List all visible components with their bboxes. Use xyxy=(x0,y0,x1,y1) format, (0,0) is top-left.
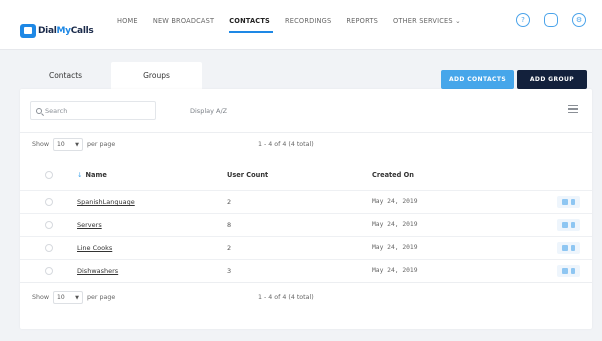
top-navigation-bar: DialMyCalls HOME NEW BROADCAST CONTACTS … xyxy=(0,0,602,50)
user-count: 2 xyxy=(227,244,232,252)
active-nav-indicator xyxy=(229,31,273,33)
nav-recordings[interactable]: RECORDINGS xyxy=(285,17,331,25)
divider xyxy=(20,282,592,283)
per-page-select[interactable]: 10 ▼ xyxy=(53,291,83,304)
tab-contacts[interactable]: Contacts xyxy=(20,62,111,89)
column-created-on[interactable]: Created On xyxy=(372,171,414,179)
pager-summary: 1 - 4 of 4 (4 total) xyxy=(258,141,314,148)
edit-icon[interactable] xyxy=(562,268,568,274)
sort-icon: ↓ xyxy=(77,171,83,179)
edit-icon[interactable] xyxy=(562,199,568,205)
group-name-link[interactable]: Dishwashers xyxy=(77,267,118,275)
tab-groups[interactable]: Groups xyxy=(111,62,202,89)
row-actions xyxy=(557,196,580,208)
main-nav: HOME NEW BROADCAST CONTACTS RECORDINGS R… xyxy=(117,17,476,25)
row-checkbox[interactable] xyxy=(45,198,53,206)
add-contacts-button[interactable]: ADD CONTACTS xyxy=(441,70,514,89)
chat-icon[interactable] xyxy=(544,13,558,27)
row-actions xyxy=(557,242,580,254)
search-placeholder: Search xyxy=(45,106,68,115)
created-on: May 24, 2019 xyxy=(372,221,418,228)
group-name-link[interactable]: Line Cooks xyxy=(77,244,112,252)
group-name-link[interactable]: Servers xyxy=(77,221,102,229)
filter-icon[interactable] xyxy=(568,105,578,114)
row-checkbox[interactable] xyxy=(45,221,53,229)
pager-top: Show 10 ▼ per page xyxy=(32,138,115,151)
search-icon xyxy=(36,107,42,114)
show-label: Show xyxy=(32,294,49,301)
table-row: SpanishLanguage 2 May 24, 2019 xyxy=(20,190,592,213)
settings-icon[interactable]: ⚙ xyxy=(572,13,586,27)
nav-contacts[interactable]: CONTACTS xyxy=(229,17,270,25)
row-actions xyxy=(557,265,580,277)
table-row: Dishwashers 3 May 24, 2019 xyxy=(20,259,592,282)
user-count: 3 xyxy=(227,267,232,275)
per-page-label: per page xyxy=(87,294,116,301)
logo-text: DialMyCalls xyxy=(38,25,94,36)
logo-icon xyxy=(20,23,36,38)
column-user-count[interactable]: User Count xyxy=(227,171,268,179)
nav-reports[interactable]: REPORTS xyxy=(346,17,378,25)
per-page-select[interactable]: 10 ▼ xyxy=(53,138,83,151)
created-on: May 24, 2019 xyxy=(372,244,418,251)
pager-summary: 1 - 4 of 4 (4 total) xyxy=(258,294,314,301)
trash-icon[interactable] xyxy=(571,222,575,228)
search-input[interactable]: Search xyxy=(30,101,156,120)
created-on: May 24, 2019 xyxy=(372,267,418,274)
pager-bottom: Show 10 ▼ per page xyxy=(32,291,115,304)
row-checkbox[interactable] xyxy=(45,267,53,275)
user-count: 8 xyxy=(227,221,232,229)
trash-icon[interactable] xyxy=(571,268,575,274)
column-name[interactable]: ↓ Name xyxy=(77,171,107,179)
trash-icon[interactable] xyxy=(571,199,575,205)
nav-new-broadcast[interactable]: NEW BROADCAST xyxy=(153,17,214,25)
contacts-groups-tabs: Contacts Groups xyxy=(20,62,202,89)
per-page-label: per page xyxy=(87,141,116,148)
groups-card: Search Display A/Z Show 10 ▼ per page 1 -… xyxy=(20,89,592,329)
help-icon[interactable]: ? xyxy=(516,13,530,27)
row-actions xyxy=(557,219,580,231)
nav-other-services[interactable]: OTHER SERVICES ⌄ xyxy=(393,17,461,25)
top-icons: ? ⚙ xyxy=(516,13,586,27)
edit-icon[interactable] xyxy=(562,245,568,251)
user-count: 2 xyxy=(227,198,232,206)
show-label: Show xyxy=(32,141,49,148)
created-on: May 24, 2019 xyxy=(372,198,418,205)
display-az-toggle[interactable]: Display A/Z xyxy=(190,107,227,115)
table-header: ↓ Name User Count Created On xyxy=(20,166,592,185)
row-checkbox[interactable] xyxy=(45,244,53,252)
table-row: Servers 8 May 24, 2019 xyxy=(20,213,592,236)
dialmycalls-logo[interactable]: DialMyCalls xyxy=(20,22,94,39)
edit-icon[interactable] xyxy=(562,222,568,228)
add-group-button[interactable]: ADD GROUP xyxy=(517,70,587,89)
nav-home[interactable]: HOME xyxy=(117,17,138,25)
chevron-down-icon: ▼ xyxy=(75,141,79,148)
table-row: Line Cooks 2 May 24, 2019 xyxy=(20,236,592,259)
chevron-down-icon: ▼ xyxy=(75,294,79,301)
group-name-link[interactable]: SpanishLanguage xyxy=(77,198,135,206)
divider xyxy=(20,132,592,133)
trash-icon[interactable] xyxy=(571,245,575,251)
select-all-checkbox[interactable] xyxy=(45,171,53,179)
